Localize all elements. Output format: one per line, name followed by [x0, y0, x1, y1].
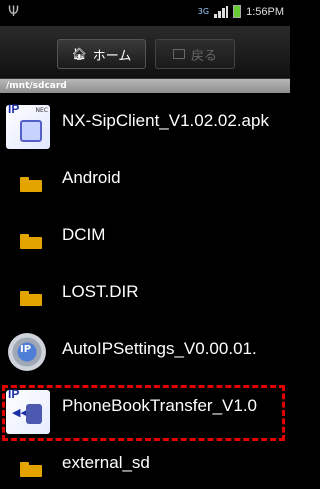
toolbar: 🏠︎ ホーム 戻る	[0, 26, 290, 79]
file-name: NX-SipClient_V1.02.02.apk	[62, 111, 269, 130]
list-item[interactable]: Android	[0, 150, 290, 207]
apk-icon: IP NEC	[6, 102, 50, 149]
file-name: Android	[62, 168, 121, 187]
file-name: LOST.DIR	[62, 282, 139, 301]
status-clock: 1:56PM	[246, 5, 284, 18]
folder-icon	[20, 234, 42, 249]
status-bar: Ψ 3G 1:56PM	[0, 0, 290, 26]
file-name: AutoIPSettings_V0.00.01.	[62, 339, 257, 358]
list-item[interactable]: DCIM	[0, 207, 290, 264]
gear-icon	[8, 333, 46, 371]
folder-icon	[20, 291, 42, 306]
file-name: DCIM	[62, 225, 106, 244]
folder-icon	[20, 462, 42, 477]
usb-icon: Ψ	[8, 4, 20, 20]
status-icons: 3G 1:56PM	[198, 5, 284, 18]
home-button[interactable]: 🏠︎ ホーム	[57, 39, 146, 69]
list-item[interactable]: AutoIPSettings_V0.00.01.	[0, 321, 290, 378]
back-icon	[172, 49, 185, 59]
back-button[interactable]: 戻る	[155, 39, 235, 69]
path-bar: /mnt/sdcard	[0, 79, 290, 93]
back-button-label: 戻る	[190, 48, 217, 64]
current-path: /mnt/sdcard	[6, 81, 67, 91]
battery-icon	[233, 5, 242, 18]
list-item[interactable]: IP NEC NX-SipClient_V1.02.02.apk	[0, 93, 290, 150]
list-item[interactable]: external_sd	[0, 435, 290, 489]
folder-icon	[20, 177, 42, 192]
file-name: external_sd	[62, 453, 150, 472]
home-button-label: ホーム	[92, 48, 132, 64]
signal-icon	[214, 5, 229, 18]
selection-highlight	[2, 385, 285, 441]
home-icon: 🏠︎	[71, 47, 87, 61]
list-item[interactable]: LOST.DIR	[0, 264, 290, 321]
three-g-icon: 3G	[197, 6, 210, 16]
